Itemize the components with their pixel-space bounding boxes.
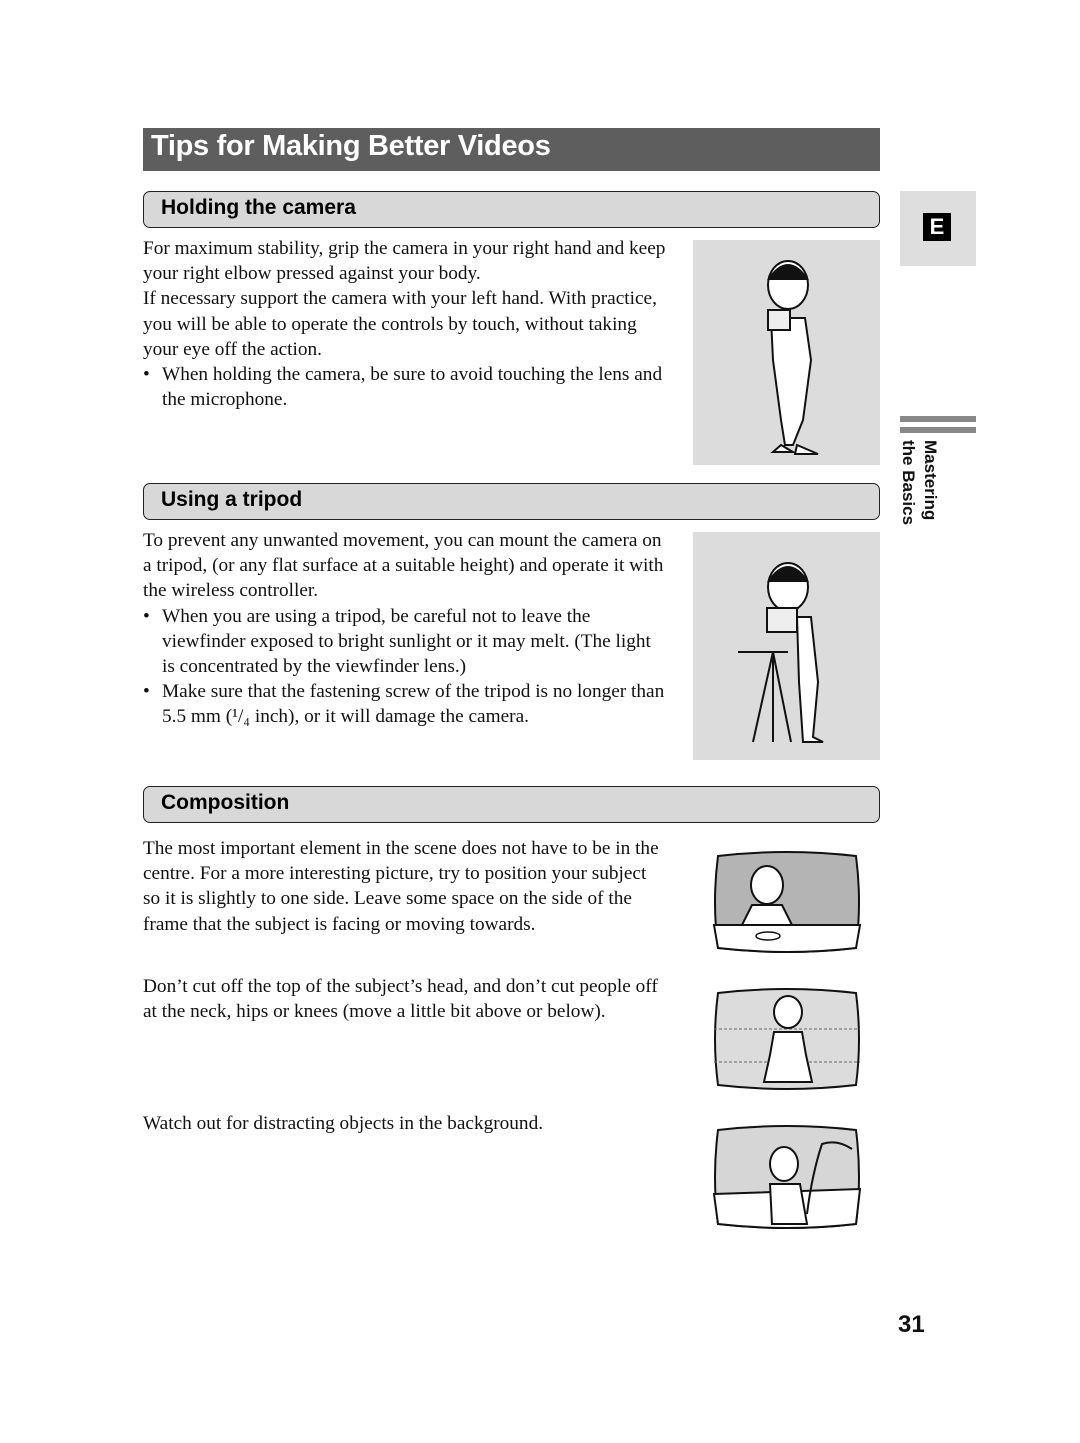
screen-framing-icon — [714, 988, 860, 1090]
tripod-paragraph-1: To prevent any unwanted movement, you ca… — [143, 530, 664, 602]
holding-text: For maximum stability, grip the camera i… — [143, 236, 668, 412]
person-holding-camera-icon — [767, 260, 819, 455]
person-with-tripod-icon — [738, 562, 824, 743]
holding-paragraph-2: If necessary support the camera with you… — [143, 288, 657, 360]
page-title-bar: Tips for Making Better Videos — [143, 128, 880, 171]
tripod-text: To prevent any unwanted movement, you ca… — [143, 528, 668, 730]
section-stripe — [900, 416, 976, 422]
page-title: Tips for Making Better Videos — [151, 130, 551, 162]
page-number: 31 — [898, 1311, 925, 1338]
section-heading-text: Composition — [161, 791, 290, 814]
composition-text-1: The most important element in the scene … — [143, 836, 668, 937]
composition-text-2: Don’t cut off the top of the subject’s h… — [143, 974, 668, 1024]
section-heading-tripod: Using a tripod — [143, 483, 880, 520]
section-heading-text: Holding the camera — [161, 196, 356, 219]
chapter-label: Mastering the Basics — [898, 440, 944, 540]
section-heading-holding: Holding the camera — [143, 191, 880, 228]
holding-paragraph-1: For maximum stability, grip the camera i… — [143, 238, 666, 285]
language-tab: E — [900, 191, 976, 266]
tripod-bullet-2: Make sure that the fastening screw of th… — [143, 679, 668, 729]
illustration-holding-camera — [693, 240, 880, 465]
composition-paragraph-1: The most important element in the scene … — [143, 838, 659, 935]
chapter-label-line-2: the Basics — [899, 440, 918, 526]
tripod-bullet-1: When you are using a tripod, be careful … — [143, 604, 668, 680]
composition-paragraph-3: Watch out for distracting objects in the… — [143, 1113, 544, 1134]
screen-offcenter-subject-icon — [712, 851, 862, 953]
section-stripe — [900, 427, 976, 433]
holding-bullet-1: When holding the camera, be sure to avoi… — [143, 362, 668, 412]
chapter-label-line-1: Mastering — [921, 440, 940, 521]
section-heading-composition: Composition — [143, 786, 880, 823]
section-heading-text: Using a tripod — [161, 488, 303, 511]
composition-text-3: Watch out for distracting objects in the… — [143, 1111, 668, 1136]
screen-background-distraction-icon — [712, 1125, 862, 1229]
composition-paragraph-2: Don’t cut off the top of the subject’s h… — [143, 976, 658, 1023]
language-tab-letter: E — [923, 213, 951, 241]
illustration-tripod — [693, 532, 880, 760]
